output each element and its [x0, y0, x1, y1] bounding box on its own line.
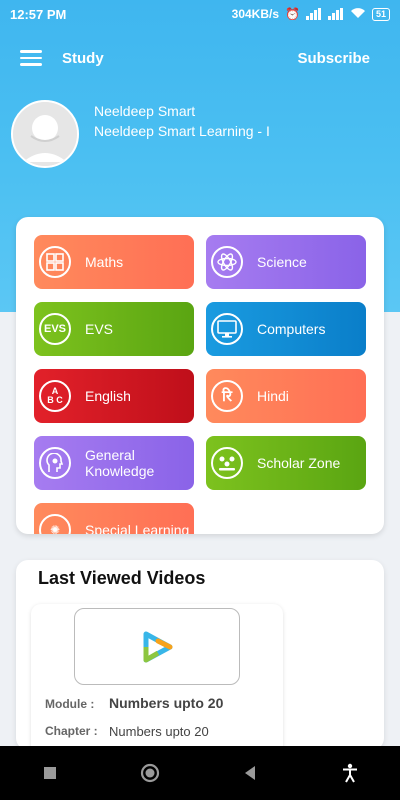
- subject-label: Maths: [85, 254, 124, 270]
- signal-icon-2: [327, 8, 344, 20]
- subject-tile-evs[interactable]: EVS EVS: [34, 302, 194, 356]
- video-thumbnail[interactable]: [74, 608, 240, 685]
- subject-tile-special-learning[interactable]: ✺ Special Learning: [34, 503, 194, 534]
- play-logo-icon: [143, 631, 173, 662]
- subject-label: Scholar Zone: [257, 455, 341, 471]
- subject-tile-science[interactable]: Science: [206, 235, 366, 289]
- subject-label: EVS: [85, 321, 114, 337]
- avatar[interactable]: [11, 100, 79, 168]
- subject-label: Special Learning: [85, 522, 190, 534]
- subject-tile-scholar-zone[interactable]: Scholar Zone: [206, 436, 366, 490]
- app-bar: Study Subscribe: [0, 36, 400, 80]
- subject-tile-english[interactable]: AB C English: [34, 369, 194, 423]
- hindi-letter-icon: रि: [211, 380, 243, 412]
- subject-label: English: [85, 388, 131, 404]
- signal-icon: [305, 8, 322, 20]
- page-title: Study: [62, 49, 104, 67]
- section-title: Last Viewed Videos: [38, 568, 206, 588]
- wifi-icon: [350, 7, 366, 22]
- abc-icon: AB C: [39, 380, 71, 412]
- module-value: Numbers upto 20: [109, 695, 224, 711]
- subject-tile-hindi[interactable]: रि Hindi: [206, 369, 366, 423]
- battery-icon: 51: [371, 7, 390, 21]
- back-icon[interactable]: [235, 758, 265, 788]
- status-time: 12:57 PM: [10, 6, 67, 22]
- alarm-off-icon: ⏰: [285, 7, 300, 21]
- subject-label: Hindi: [257, 388, 289, 404]
- subscribe-button[interactable]: Subscribe: [297, 50, 370, 67]
- calculator-icon: [39, 246, 71, 278]
- chapter-label: Chapter :: [45, 724, 98, 738]
- accessibility-icon[interactable]: [335, 758, 365, 788]
- brain-head-icon: [39, 447, 71, 479]
- subject-tile-computers[interactable]: Computers: [206, 302, 366, 356]
- recents-icon[interactable]: [35, 758, 65, 788]
- subjects-card: Maths Science EVS EVS Computers AB C Eng…: [16, 217, 384, 534]
- subject-label: General Knowledge: [85, 447, 155, 479]
- chapter-value: Numbers upto 20: [109, 724, 209, 739]
- subject-tile-general-knowledge[interactable]: General Knowledge: [34, 436, 194, 490]
- profile-subtitle: Neeldeep Smart Learning - I: [94, 123, 270, 139]
- profile-name: Neeldeep Smart: [94, 103, 196, 119]
- module-label: Module :: [45, 697, 95, 711]
- monitor-icon: [211, 313, 243, 345]
- subject-tile-maths[interactable]: Maths: [34, 235, 194, 289]
- evs-icon: EVS: [39, 313, 71, 345]
- system-navigation-bar: [0, 746, 400, 800]
- video-item[interactable]: Module : Numbers upto 20 Chapter : Numbe…: [31, 604, 283, 750]
- home-icon[interactable]: [135, 758, 165, 788]
- subject-label: Science: [257, 254, 307, 270]
- network-speed: 304KB/s: [231, 7, 280, 21]
- group-icon: [211, 447, 243, 479]
- status-bar: 12:57 PM 304KB/s ⏰ 51: [0, 0, 400, 28]
- hamburger-menu-icon[interactable]: [20, 50, 42, 66]
- last-viewed-videos-card: Last Viewed Videos Module : Numbers upto…: [16, 560, 384, 750]
- atom-icon: [211, 246, 243, 278]
- subject-label: Computers: [257, 321, 326, 337]
- special-icon: ✺: [39, 514, 71, 534]
